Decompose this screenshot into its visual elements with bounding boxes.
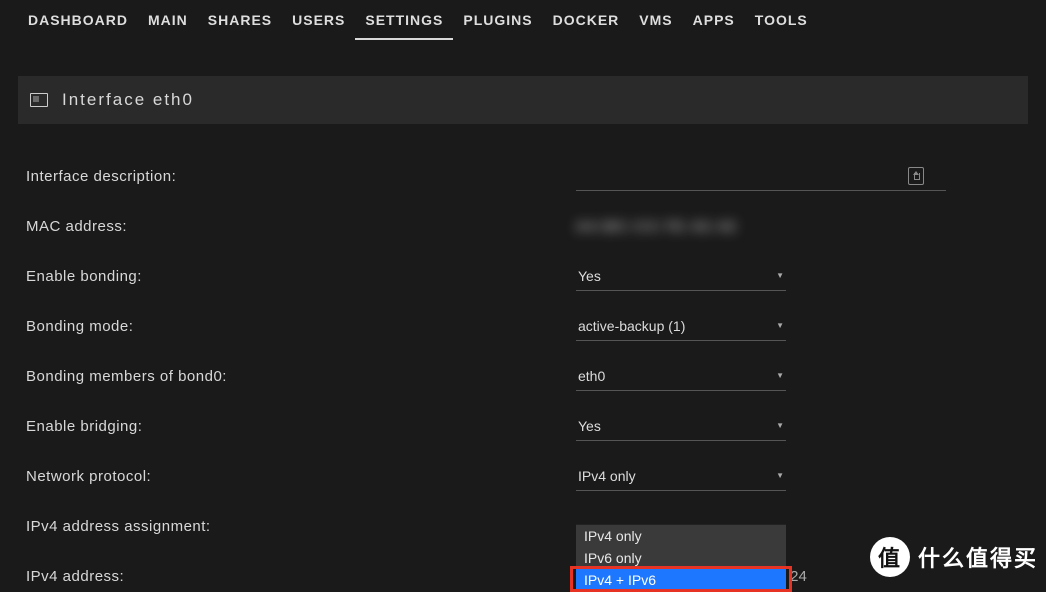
label-mac-address: MAC address: xyxy=(26,218,576,235)
nav-apps[interactable]: APPS xyxy=(683,8,745,40)
nav-docker[interactable]: DOCKER xyxy=(543,8,630,40)
enable-bonding-value: Yes xyxy=(578,268,601,284)
bonding-members-select[interactable]: eth0 ▼ xyxy=(576,362,786,391)
bonding-mode-select[interactable]: active-backup (1) ▼ xyxy=(576,312,786,341)
mac-address-value: A4:BC:C3:7E:42:42 xyxy=(576,218,738,234)
label-enable-bonding: Enable bonding: xyxy=(26,268,576,285)
nav-tools[interactable]: TOOLS xyxy=(745,8,818,40)
load-config-icon[interactable] xyxy=(908,167,924,185)
watermark: 值 什么值得买 xyxy=(870,537,1038,577)
nic-icon xyxy=(30,93,48,107)
interface-description-input[interactable] xyxy=(576,162,946,191)
watermark-text: 什么值得买 xyxy=(918,541,1038,573)
label-bonding-mode: Bonding mode: xyxy=(26,318,576,335)
protocol-option-ipv4-ipv6[interactable]: IPv4 + IPv6 xyxy=(576,569,786,591)
row-enable-bonding: Enable bonding: Yes ▼ xyxy=(26,260,1020,292)
label-bonding-members: Bonding members of bond0: xyxy=(26,368,576,385)
nav-vms[interactable]: VMS xyxy=(629,8,682,40)
enable-bridging-select[interactable]: Yes ▼ xyxy=(576,412,786,441)
network-protocol-select[interactable]: IPv4 only ▼ xyxy=(576,462,786,491)
label-interface-description: Interface description: xyxy=(26,168,576,185)
enable-bridging-value: Yes xyxy=(578,418,601,434)
chevron-down-icon: ▼ xyxy=(776,471,784,480)
enable-bonding-select[interactable]: Yes ▼ xyxy=(576,262,786,291)
nav-main[interactable]: MAIN xyxy=(138,8,198,40)
bonding-mode-value: active-backup (1) xyxy=(578,318,685,334)
row-interface-description: Interface description: xyxy=(26,160,1020,192)
network-protocol-value: IPv4 only xyxy=(578,468,636,484)
nav-shares[interactable]: SHARES xyxy=(198,8,282,40)
label-ipv4-assignment: IPv4 address assignment: xyxy=(26,518,576,535)
chevron-down-icon: ▼ xyxy=(776,271,784,280)
nav-plugins[interactable]: PLUGINS xyxy=(453,8,542,40)
nav-settings[interactable]: SETTINGS xyxy=(355,8,453,40)
nav-users[interactable]: USERS xyxy=(282,8,355,40)
label-ipv4-address: IPv4 address: xyxy=(26,568,576,585)
row-mac-address: MAC address: A4:BC:C3:7E:42:42 xyxy=(26,210,1020,242)
watermark-badge-icon: 值 xyxy=(870,537,910,577)
chevron-down-icon: ▼ xyxy=(776,371,784,380)
row-network-protocol: Network protocol: IPv4 only ▼ xyxy=(26,460,1020,492)
protocol-option-ipv4[interactable]: IPv4 only xyxy=(576,525,786,547)
label-enable-bridging: Enable bridging: xyxy=(26,418,576,435)
row-bonding-members: Bonding members of bond0: eth0 ▼ xyxy=(26,360,1020,392)
section-title: Interface eth0 xyxy=(62,90,194,110)
protocol-option-ipv6[interactable]: IPv6 only xyxy=(576,547,786,569)
section-header: Interface eth0 xyxy=(18,76,1028,124)
label-network-protocol: Network protocol: xyxy=(26,468,576,485)
top-nav: DASHBOARD MAIN SHARES USERS SETTINGS PLU… xyxy=(0,0,1046,40)
chevron-down-icon: ▼ xyxy=(776,421,784,430)
bonding-members-value: eth0 xyxy=(578,368,605,384)
network-protocol-dropdown: IPv4 only IPv6 only IPv4 + IPv6 xyxy=(576,524,786,591)
chevron-down-icon: ▼ xyxy=(776,321,784,330)
settings-form: Interface description: MAC address: A4:B… xyxy=(0,124,1046,592)
ipv4-mask: 24 xyxy=(790,568,807,585)
nav-dashboard[interactable]: DASHBOARD xyxy=(18,8,138,40)
row-bonding-mode: Bonding mode: active-backup (1) ▼ xyxy=(26,310,1020,342)
row-enable-bridging: Enable bridging: Yes ▼ xyxy=(26,410,1020,442)
